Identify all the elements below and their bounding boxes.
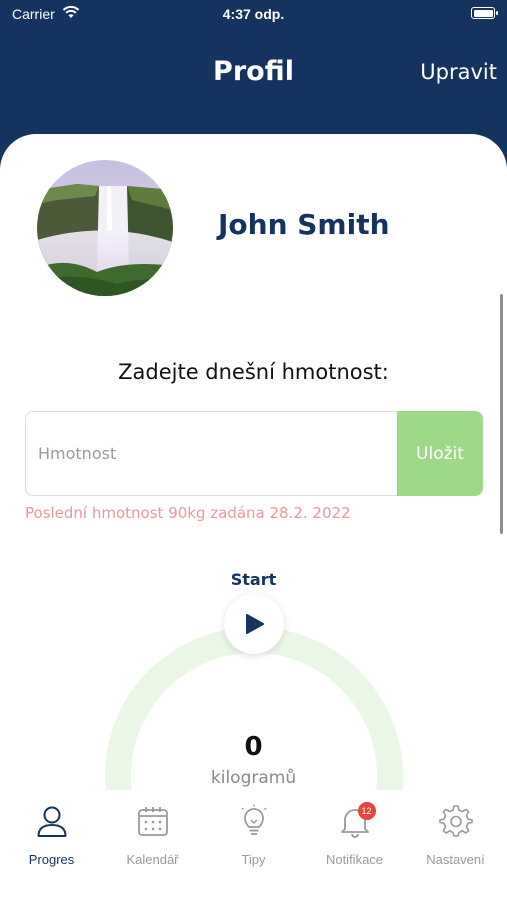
tab-label: Kalendář xyxy=(126,852,179,867)
last-weight-note: Poslední hmotnost 90kg zadána 28.2. 2022 xyxy=(25,504,351,522)
tab-notifikace[interactable]: 12 Notifikace xyxy=(304,802,405,874)
calendar-icon xyxy=(136,804,170,838)
tab-label: Progres xyxy=(28,852,75,867)
user-name: John Smith xyxy=(218,208,390,241)
tab-tipy[interactable]: Tipy xyxy=(203,804,304,874)
status-bar: Carrier 4:37 odp. xyxy=(0,0,507,30)
notification-badge: 12 xyxy=(357,802,376,820)
waterfall-photo-icon xyxy=(37,160,173,296)
avatar[interactable] xyxy=(37,160,173,296)
profile-card: John Smith Zadejte dnešní hmotnost: Ulož… xyxy=(0,134,507,834)
tab-label: Nastavení xyxy=(426,852,485,867)
start-label: Start xyxy=(230,570,277,589)
play-icon xyxy=(246,614,264,634)
tab-kalendar[interactable]: Kalendář xyxy=(102,804,203,874)
status-time: 4:37 odp. xyxy=(222,6,285,22)
tab-label: Tipy xyxy=(241,852,266,867)
tab-progres[interactable]: Progres xyxy=(1,804,102,874)
lightbulb-icon xyxy=(237,804,271,838)
play-button[interactable] xyxy=(224,594,284,654)
weight-prompt: Zadejte dnešní hmotnost: xyxy=(118,360,389,384)
gear-icon xyxy=(438,804,473,838)
progress-value: 0 xyxy=(244,732,263,762)
user-icon xyxy=(35,804,69,838)
battery-icon xyxy=(471,7,498,19)
save-button[interactable]: Uložit xyxy=(397,411,483,496)
tab-label: Notifikace xyxy=(325,852,384,867)
progress-unit: kilogramů xyxy=(210,768,297,788)
weight-input[interactable] xyxy=(25,411,399,496)
scrollbar[interactable] xyxy=(500,294,503,534)
tab-nastaveni[interactable]: Nastavení xyxy=(405,804,506,874)
edit-button[interactable]: Upravit xyxy=(420,60,497,84)
tab-bar: Progres Kalendář Tipy 12 Notifikace Nast… xyxy=(0,790,507,900)
bell-icon: 12 xyxy=(338,802,376,838)
